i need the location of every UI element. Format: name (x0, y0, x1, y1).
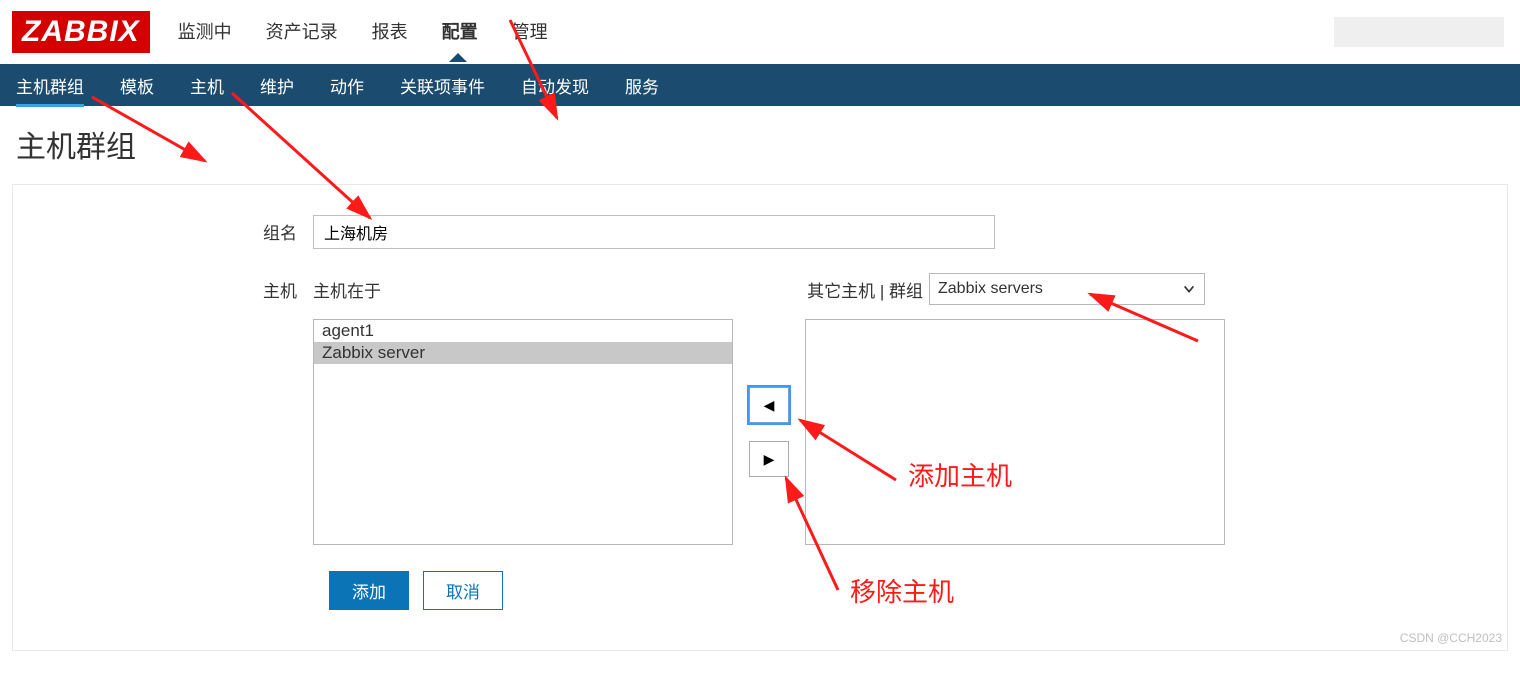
sub-nav-eventcorr[interactable]: 关联项事件 (400, 64, 485, 107)
main-nav-monitoring[interactable]: 监测中 (178, 18, 232, 52)
hosts-label: 主机 (53, 273, 313, 302)
hosts-in-label: 主机在于 (313, 277, 381, 302)
watermark: CSDN @CCH2023 (1400, 631, 1502, 645)
sub-nav: 主机群组 模板 主机 维护 动作 关联项事件 自动发现 服务 (0, 64, 1520, 106)
main-nav-admin[interactable]: 管理 (512, 18, 548, 52)
subnav-label: 模板 (120, 78, 154, 97)
subnav-label: 关联项事件 (400, 78, 485, 97)
option-label: Zabbix server (322, 343, 425, 362)
group-name-input[interactable] (313, 215, 995, 249)
nav-label: 资产记录 (266, 22, 338, 42)
logo[interactable]: ZABBIX (12, 11, 150, 53)
other-hosts-listbox[interactable] (805, 319, 1225, 545)
sub-nav-templates[interactable]: 模板 (120, 64, 154, 107)
sub-nav-maintenance[interactable]: 维护 (260, 64, 294, 107)
page-title: 主机群组 (0, 106, 1520, 184)
cancel-button[interactable]: 取消 (423, 571, 503, 610)
subnav-label: 主机 (190, 78, 224, 97)
option-label: agent1 (322, 321, 374, 340)
group-select-value: Zabbix servers (938, 280, 1043, 298)
form-panel: 组名 主机 主机在于 其它主机 | 群组 Zabbix servers (12, 184, 1508, 651)
main-nav-reports[interactable]: 报表 (372, 18, 408, 52)
add-button[interactable]: 添加 (329, 571, 409, 610)
hosts-in-listbox[interactable]: agent1 Zabbix server (313, 319, 733, 545)
main-nav-inventory[interactable]: 资产记录 (266, 18, 338, 52)
subnav-label: 主机群组 (16, 78, 84, 97)
subnav-label: 服务 (625, 78, 659, 97)
sub-nav-actions[interactable]: 动作 (330, 64, 364, 107)
main-nav-configuration[interactable]: 配置 (442, 18, 478, 52)
search-input[interactable] (1334, 17, 1504, 47)
sub-nav-hostgroups[interactable]: 主机群组 (16, 64, 84, 107)
chevron-down-icon (1182, 282, 1196, 296)
nav-label: 报表 (372, 22, 408, 42)
arrow-right-icon: ▶ (764, 451, 775, 468)
nav-label: 配置 (442, 22, 478, 42)
group-select[interactable]: Zabbix servers (929, 273, 1205, 305)
sub-nav-discovery[interactable]: 自动发现 (521, 64, 589, 107)
sub-nav-services[interactable]: 服务 (625, 64, 659, 107)
other-hosts-label: 其它主机 | 群组 (807, 277, 923, 302)
subnav-label: 维护 (260, 78, 294, 97)
nav-label: 管理 (512, 22, 548, 42)
move-left-button[interactable]: ◀ (749, 387, 789, 423)
subnav-label: 自动发现 (521, 78, 589, 97)
group-name-label: 组名 (53, 215, 313, 244)
sub-nav-hosts[interactable]: 主机 (190, 64, 224, 107)
arrow-left-icon: ◀ (764, 397, 775, 414)
main-nav: 监测中 资产记录 报表 配置 管理 (178, 0, 548, 64)
move-right-button[interactable]: ▶ (749, 441, 789, 477)
list-item[interactable]: Zabbix server (314, 342, 732, 364)
subnav-label: 动作 (330, 78, 364, 97)
list-item[interactable]: agent1 (314, 320, 732, 342)
nav-label: 监测中 (178, 22, 232, 42)
